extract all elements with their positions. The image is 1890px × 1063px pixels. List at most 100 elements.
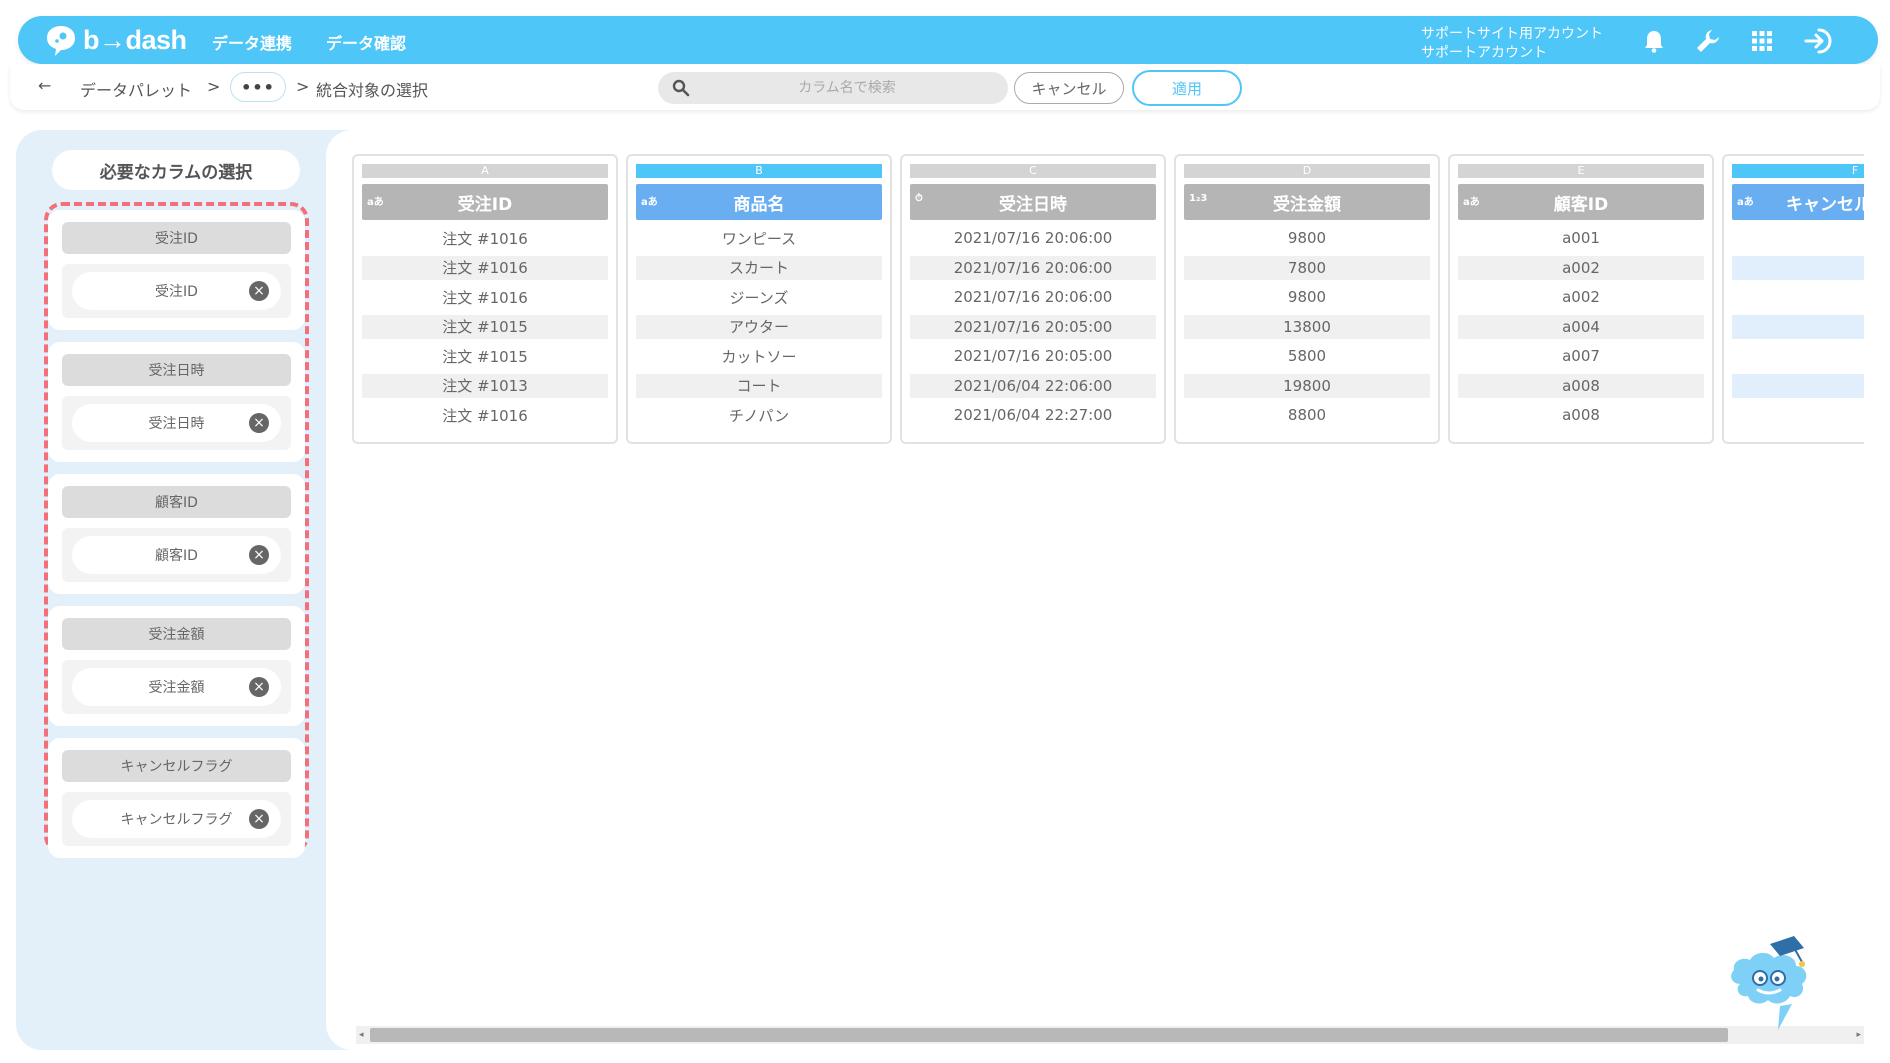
logout-icon[interactable] <box>1802 27 1836 55</box>
table-cell: 0 <box>1732 344 1864 368</box>
column-e[interactable]: Eaあ 顧客ID a001 a002 a002 a004 a007 a008 a008 <box>1448 154 1714 444</box>
wrench-icon[interactable] <box>1694 27 1722 55</box>
chip-label: 受注金額 <box>148 680 205 696</box>
table-cell: 8800 <box>1287 406 1327 424</box>
remove-icon[interactable]: × <box>249 281 269 301</box>
group-header: 顧客ID <box>62 486 291 518</box>
table-cell: a008 <box>1458 373 1704 398</box>
search-input[interactable] <box>702 76 992 100</box>
chip-label: キャンセルフラグ <box>120 812 233 828</box>
table-cell: 9800 <box>1287 229 1327 247</box>
chip-label: 受注日時 <box>148 416 205 432</box>
group-header: 受注ID <box>62 222 291 254</box>
column-chip[interactable]: 受注金額 × <box>72 668 281 706</box>
table-cell: 注文 #1015 <box>442 347 528 366</box>
column-group-order-id: 受注ID 受注ID × <box>48 210 305 330</box>
column-name: 受注日時 <box>999 194 1067 215</box>
table-cell: コート <box>636 373 882 398</box>
type-badge-icon: ⏱ <box>915 193 923 204</box>
remove-icon[interactable]: × <box>249 809 269 829</box>
breadcrumb-separator: > <box>296 77 310 96</box>
breadcrumb-more-button[interactable]: ••• <box>230 72 286 102</box>
column-d[interactable]: D 1₂3 受注金額 9800 7800 9800 13800 5800 19800 8800 <box>1174 154 1440 444</box>
table-cell: 2021/07/16 20:06:00 <box>953 288 1113 306</box>
column-letter: A <box>362 164 608 178</box>
group-header: キャンセルフラグ <box>62 750 291 782</box>
table-cell: 2021/07/16 20:05:00 <box>953 347 1113 365</box>
breadcrumb-data-palette[interactable]: データパレット <box>80 77 192 101</box>
column-letter: E <box>1458 164 1704 178</box>
table-cell: 注文 #1016 <box>442 406 528 425</box>
column-a[interactable]: Aaあ 受注ID 注文 #1016 注文 #1016 注文 #1016 注文 #1015 注… <box>352 154 618 444</box>
table-cell: スカート <box>636 255 882 280</box>
bell-icon[interactable] <box>1640 27 1668 55</box>
remove-icon[interactable]: × <box>249 413 269 433</box>
column-c[interactable]: C ⏱ 受注日時 2021/07/16 20:06:00 2021/07/16 20:0… <box>900 154 1166 444</box>
search-icon <box>672 79 690 97</box>
table-cell: 0 <box>1732 255 1864 280</box>
mascot-icon[interactable] <box>1722 934 1822 1034</box>
column-header[interactable]: aあ キャンセル <box>1732 184 1864 220</box>
account-site: サポートサイト用アカウント <box>1421 26 1603 42</box>
column-chip[interactable]: 受注ID × <box>72 272 281 310</box>
cancel-button[interactable]: キャンセル <box>1014 72 1124 104</box>
table-cell: 2021/07/16 20:06:00 <box>910 255 1156 280</box>
breadcrumb-bar: ← データパレット > ••• > 統合対象の選択 キャンセル 適用 <box>10 64 1880 110</box>
column-header[interactable]: 1₂3 受注金額 <box>1184 184 1430 220</box>
column-letter: B <box>636 164 882 178</box>
column-header[interactable]: aあ 顧客ID <box>1458 184 1704 220</box>
back-arrow-icon[interactable]: ← <box>38 76 51 95</box>
table-cell: 注文 #1013 <box>362 373 608 398</box>
column-group-order-datetime: 受注日時 受注日時 × <box>48 342 305 462</box>
apply-button[interactable]: 適用 <box>1132 70 1242 106</box>
table-cell: 2021/07/16 20:06:00 <box>953 229 1113 247</box>
logo-text: b→dash <box>83 24 187 55</box>
column-search <box>658 72 1008 104</box>
table-cell: カットソー <box>721 347 797 366</box>
column-b[interactable]: Baあ 商品名 ワンピース スカート ジーンズ アウター カットソー コート チノパン <box>626 154 892 444</box>
column-group-cancel-flag: キャンセルフラグ キャンセルフラグ × <box>48 738 305 858</box>
column-group-customer-id: 顧客ID 顧客ID × <box>48 474 305 594</box>
nav-data-integration[interactable]: データ連携 <box>212 30 292 54</box>
drop-zone[interactable]: 顧客ID × <box>62 528 291 582</box>
column-chip[interactable]: キャンセルフラグ × <box>72 800 281 838</box>
table-cell: 2021/07/16 20:05:00 <box>910 314 1156 339</box>
table-cell: a007 <box>1562 347 1600 365</box>
table-cell: 注文 #1015 <box>362 314 608 339</box>
table-cell: 9800 <box>1287 288 1327 306</box>
column-f[interactable]: Faあ キャンセル 0 0 0 0 0 0 0 <box>1722 154 1864 444</box>
breadcrumb-separator: > <box>207 77 221 96</box>
breadcrumb-current: 統合対象の選択 <box>316 81 429 100</box>
data-columns: Aaあ 受注ID 注文 #1016 注文 #1016 注文 #1016 注文 #1015 注… <box>352 154 1864 446</box>
scroll-left-icon[interactable]: ◂ <box>359 1030 364 1040</box>
horizontal-scrollbar[interactable]: ◂ ▸ <box>356 1026 1864 1044</box>
type-badge-icon: 1₂3 <box>1189 193 1208 204</box>
brand-logo[interactable]: b→dash <box>43 22 187 58</box>
drop-zone[interactable]: 受注日時 × <box>62 396 291 450</box>
table-cell: 0 <box>1732 373 1864 398</box>
column-header[interactable]: ⏱ 受注日時 <box>910 184 1156 220</box>
group-header: 受注金額 <box>62 618 291 650</box>
nav-data-check[interactable]: データ確認 <box>326 30 406 54</box>
group-header: 受注日時 <box>62 354 291 386</box>
table-cell: 注文 #1016 <box>442 288 528 307</box>
remove-icon[interactable]: × <box>249 545 269 565</box>
column-name: 受注金額 <box>1273 194 1341 215</box>
column-letter: F <box>1732 164 1864 178</box>
drop-zone[interactable]: キャンセルフラグ × <box>62 792 291 846</box>
table-cell: a001 <box>1562 229 1600 247</box>
drop-zone[interactable]: 受注ID × <box>62 264 291 318</box>
drop-zone[interactable]: 受注金額 × <box>62 660 291 714</box>
grid-icon[interactable] <box>1748 27 1776 55</box>
column-chip[interactable]: 受注日時 × <box>72 404 281 442</box>
column-header[interactable]: aあ 受注ID <box>362 184 608 220</box>
column-chip[interactable]: 顧客ID × <box>72 536 281 574</box>
chip-label: 受注ID <box>155 284 198 300</box>
remove-icon[interactable]: × <box>249 677 269 697</box>
scroll-right-icon[interactable]: ▸ <box>1856 1030 1861 1040</box>
account-name: サポートアカウント <box>1421 45 1547 61</box>
account-info[interactable]: サポートサイト用アカウント サポートアカウント <box>1421 25 1603 63</box>
scrollbar-thumb[interactable] <box>370 1028 1728 1042</box>
table-cell: 0 <box>1732 403 1864 427</box>
column-header[interactable]: aあ 商品名 <box>636 184 882 220</box>
